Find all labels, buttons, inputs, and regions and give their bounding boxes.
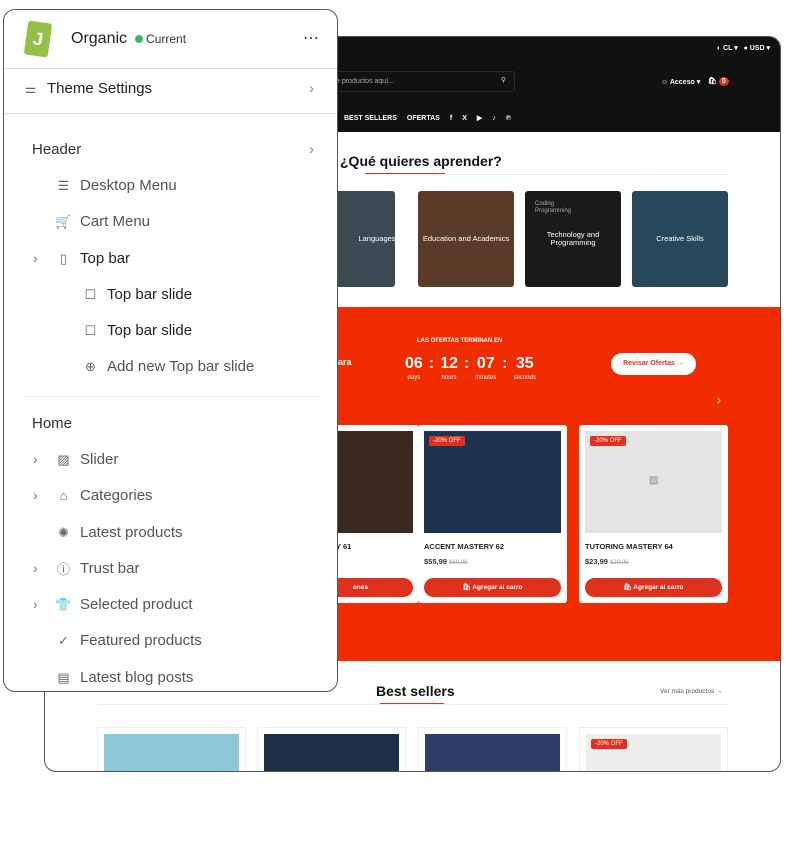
account-link[interactable]: ☺ Acceso ▾ [661, 78, 700, 86]
locale-select[interactable]: CL [723, 45, 732, 52]
expand-chevron-icon[interactable]: › [33, 250, 38, 266]
sliders-icon: ⚌ [24, 80, 37, 96]
badge-icon: ✺ [58, 524, 69, 540]
locale-currency[interactable]: ◐ CL ▾ ● USD ▾ [717, 44, 770, 52]
home-section: Home [32, 415, 73, 432]
square-icon: ☐ [84, 286, 97, 302]
expand-chevron-icon[interactable]: › [33, 560, 38, 576]
discount-badge: -20% OFF [591, 739, 627, 749]
newspaper-icon: ▤ [57, 669, 70, 685]
expand-chevron-icon[interactable]: › [33, 487, 38, 503]
search-placeholder: e productos aquí... [336, 78, 394, 85]
sidebar-item-latest-products[interactable]: ✺ Latest products [55, 524, 183, 541]
tshirt-icon: 👕 [55, 596, 72, 612]
sidebar-item-desktop-menu[interactable]: ☰ Desktop Menu [55, 177, 177, 194]
plus-circle-icon: ⊕ [85, 358, 96, 374]
tiktok-icon[interactable]: ♪ [492, 115, 496, 122]
learn-title: ¿Qué quieres aprender? [340, 153, 502, 169]
countdown: 06 days: 12 hours: 07 minutes: 35 seconds [405, 355, 536, 382]
product-card[interactable]: -20% OFF [579, 727, 728, 771]
sidebar-item-featured-products[interactable]: ✓ Featured products [55, 632, 202, 649]
add-to-cart-button[interactable]: 🛍 Agregar al carro [585, 578, 722, 597]
image-placeholder-icon: ▨ [649, 475, 659, 486]
best-sellers-title: Best sellers [376, 683, 455, 699]
review-deals-button[interactable]: Revisar Ofertas → [611, 353, 696, 375]
sidebar-item-top-bar-slide[interactable]: ☐ Top bar slide [82, 286, 192, 303]
check-badge-icon: ✓ [58, 632, 69, 648]
cart-icon[interactable]: 🛍 0 [708, 77, 729, 86]
header-section[interactable]: Header › [32, 141, 322, 158]
youtube-icon[interactable]: ▶ [477, 115, 482, 122]
tag-icon: ⌂ [59, 488, 68, 503]
product-card[interactable] [97, 727, 246, 771]
info-icon: ⓘ [56, 562, 70, 577]
next-arrow-icon[interactable]: › [717, 393, 721, 407]
chevron-right-icon: › [309, 80, 314, 97]
category-card[interactable]: Education and Academics [418, 191, 514, 287]
expand-chevron-icon[interactable]: › [33, 596, 38, 612]
x-icon[interactable]: X [462, 115, 467, 122]
pinterest-icon[interactable]: ℗ [506, 115, 511, 122]
theme-settings-item[interactable]: ⚌ Theme Settings › [22, 80, 322, 97]
carousel-icon: ▯ [59, 250, 68, 266]
add-top-bar-slide-button[interactable]: ⊕ Add new Top bar slide [82, 358, 254, 375]
main-nav: BEST SELLERS OFERTAS f X ▶ ♪ ℗ [344, 114, 521, 122]
status-badge: Current [146, 32, 187, 46]
product-card[interactable] [418, 727, 567, 771]
sidebar-item-cart-menu[interactable]: 🛒 Cart Menu [55, 213, 150, 230]
menu-icon: ☰ [57, 177, 70, 193]
theme-editor-panel: J Organic Current ⋯ ⚌ Theme Settings › Head… [3, 9, 338, 692]
sidebar-item-slider[interactable]: ▨ Slider [55, 451, 118, 468]
search-icon[interactable]: ⚲ [501, 76, 506, 84]
category-card[interactable]: Creative Skills [632, 191, 728, 287]
more-icon[interactable]: ⋯ [303, 28, 319, 48]
product-card[interactable]: -20% OFF ▨ TUTORING MASTERY 64 $23,99 $29,9… [579, 425, 728, 603]
sidebar-item-trust-bar[interactable]: ⓘ Trust bar [55, 560, 139, 577]
cart-icon: 🛒 [55, 213, 72, 229]
cart-count: 0 [718, 77, 729, 86]
sidebar-item-top-bar[interactable]: ▯ Top bar [55, 250, 130, 267]
deals-text: ara [338, 357, 352, 367]
category-card[interactable]: Coding Programming Technology and Program… [525, 191, 621, 287]
sidebar-item-categories[interactable]: ⌂ Categories [55, 487, 153, 504]
account-label: Acceso [669, 79, 695, 86]
image-icon: ▨ [57, 451, 70, 467]
currency-select[interactable]: USD [750, 45, 765, 52]
sidebar-item-selected-product[interactable]: 👕 Selected product [55, 596, 192, 613]
facebook-icon[interactable]: f [450, 115, 452, 122]
product-card[interactable] [257, 727, 406, 771]
header-label: Header [32, 141, 82, 158]
theme-name: Organic [71, 30, 128, 47]
add-to-cart-button[interactable]: 🛍 Agregar al carro [424, 578, 561, 597]
chevron-right-icon: › [309, 141, 314, 158]
sidebar-item-latest-blog-posts[interactable]: ▤ Latest blog posts [55, 669, 193, 686]
nav-ofertas[interactable]: OFERTAS [407, 115, 440, 122]
product-card[interactable]: -20% OFF ACCENT MASTERY 62 $55,99 $69,99 🛍 … [418, 425, 567, 603]
sidebar-item-top-bar-slide[interactable]: ☐ Top bar slide [82, 322, 192, 339]
deals-heading: LAS OFERTAS TERMINAN EN [417, 338, 503, 344]
nav-best-sellers[interactable]: BEST SELLERS [344, 115, 397, 122]
expand-chevron-icon[interactable]: › [33, 451, 38, 467]
discount-badge: -20% OFF [590, 436, 626, 446]
discount-badge: -20% OFF [429, 436, 465, 446]
theme-logo: J [23, 20, 53, 58]
theme-settings-label: Theme Settings [47, 80, 153, 97]
more-products-link[interactable]: Ver más productos → [660, 688, 723, 695]
square-icon: ☐ [84, 322, 97, 338]
